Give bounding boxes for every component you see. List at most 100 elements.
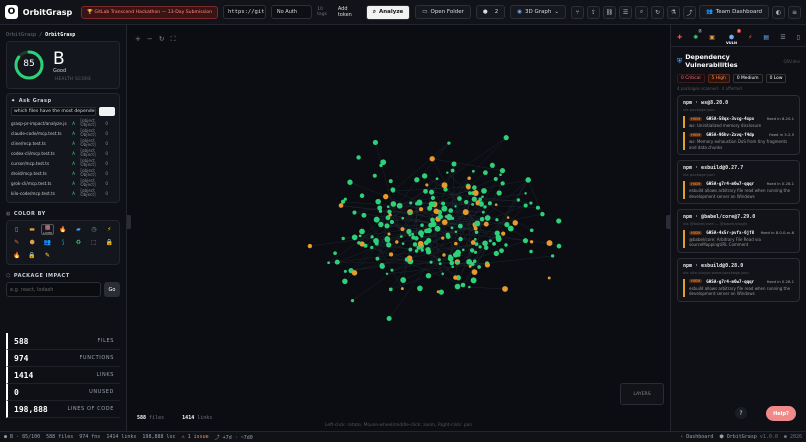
graph-node[interactable] <box>483 205 487 209</box>
graph-node[interactable] <box>448 208 454 214</box>
graph-node[interactable] <box>506 216 510 219</box>
graph-node[interactable] <box>377 205 383 211</box>
open-folder-button[interactable]: ▭ Open Folder <box>415 5 471 19</box>
color-by-size[interactable]: ▰ <box>72 224 85 235</box>
graph-node[interactable] <box>450 226 454 230</box>
graph-node[interactable] <box>503 135 509 141</box>
graph-node[interactable] <box>474 238 477 241</box>
graph-node[interactable] <box>499 168 506 174</box>
color-by-hotspot[interactable]: 🔥 <box>10 250 23 261</box>
graph-node[interactable] <box>327 261 330 265</box>
graph-node[interactable] <box>481 188 487 194</box>
auth-select[interactable]: No Auth <box>270 5 313 19</box>
graph-node[interactable] <box>438 289 444 295</box>
table-row[interactable]: droid/mcp.test.ts A [object Object] 0 <box>11 168 115 178</box>
graph-node[interactable] <box>489 162 495 168</box>
zoom-icon[interactable]: ⌕ <box>635 5 649 19</box>
graph-node[interactable] <box>516 198 521 202</box>
color-by-cycles[interactable]: ♻ <box>72 237 85 248</box>
graph-node[interactable] <box>499 173 502 176</box>
graph-node[interactable] <box>342 278 348 285</box>
graph-node[interactable] <box>556 243 562 249</box>
graph-node[interactable] <box>535 205 540 210</box>
graph-node[interactable] <box>428 201 435 208</box>
graph-node[interactable] <box>387 209 392 214</box>
branch-icon[interactable]: ⑂ <box>571 5 585 19</box>
graph-node[interactable] <box>390 201 397 207</box>
graph-node[interactable] <box>499 248 504 254</box>
color-by-security[interactable]: 🔒 <box>103 237 116 248</box>
color-by-locked[interactable]: 🔒 <box>25 250 38 261</box>
graph-node[interactable] <box>343 269 347 273</box>
color-by-edited[interactable]: ✎ <box>41 250 54 261</box>
graph-node[interactable] <box>386 315 392 322</box>
graph-node[interactable] <box>471 269 478 276</box>
package-input[interactable]: e.g. react, lodash <box>6 282 101 297</box>
table-row[interactable]: grok-cli/mcp.test.ts A [object Object] 0 <box>11 178 115 188</box>
graph-node[interactable] <box>423 240 429 246</box>
graph-node[interactable] <box>400 235 403 238</box>
color-by-complexity[interactable]: ⚡ <box>103 224 116 235</box>
tab-alerts[interactable]: ⚡ <box>748 34 752 46</box>
graph-node[interactable] <box>469 248 475 253</box>
graph-node[interactable] <box>420 234 424 238</box>
graph-node[interactable] <box>372 173 377 178</box>
graph-node[interactable] <box>408 233 412 237</box>
graph-node[interactable] <box>512 220 518 226</box>
graph-node[interactable] <box>387 232 391 236</box>
graph-node[interactable] <box>450 168 455 173</box>
graph-node[interactable] <box>455 249 461 256</box>
graph-node[interactable] <box>461 248 465 252</box>
graph-node[interactable] <box>389 252 394 257</box>
vuln-card[interactable]: npm · esbuild@0.27.7 via package.json HI… <box>677 160 800 205</box>
graph-node[interactable] <box>380 159 387 166</box>
graph-node[interactable] <box>488 239 492 243</box>
graph-node[interactable] <box>482 240 488 247</box>
graph-node[interactable] <box>477 265 481 269</box>
graph-node[interactable] <box>474 220 481 227</box>
graph-node[interactable] <box>347 179 353 185</box>
graph-node[interactable] <box>351 234 358 241</box>
advisory-id[interactable]: GHSA-4x5r-pvfx-6jf8 <box>706 230 754 235</box>
graph-node[interactable] <box>430 195 436 200</box>
graph-node[interactable] <box>383 193 389 200</box>
vuln-card[interactable]: npm · @babel/core@7.29.0 via @babel/core… <box>677 209 800 253</box>
graph-node[interactable] <box>356 155 361 160</box>
graph-node[interactable] <box>390 268 394 272</box>
graph-node[interactable] <box>428 222 434 228</box>
graph-node[interactable] <box>373 216 380 223</box>
graph-node[interactable] <box>481 195 484 199</box>
graph-node[interactable] <box>425 183 429 187</box>
graph-node[interactable] <box>359 193 365 198</box>
history-button[interactable]: ● 2 <box>475 5 506 19</box>
graph-node[interactable] <box>495 236 502 242</box>
graph-node[interactable] <box>495 218 499 222</box>
graph-node[interactable] <box>370 245 374 250</box>
graph-node[interactable] <box>408 211 413 215</box>
graph-node[interactable] <box>449 260 455 266</box>
graph-node[interactable] <box>504 222 510 228</box>
flask-icon[interactable]: ⚗ <box>667 5 681 19</box>
status-issues[interactable]: ⚠ 1 issue <box>182 434 209 440</box>
advisory[interactable]: HIGH GHSA-g7r4-m6w7-qqqr fixed in 0.28.1… <box>683 181 794 200</box>
graph-node[interactable] <box>441 205 448 212</box>
graph-node[interactable] <box>483 221 489 227</box>
graph-node[interactable] <box>481 210 485 214</box>
table-row[interactable]: kilo-code/mcp.test.ts A [object Object] 0 <box>11 188 115 198</box>
graph-node[interactable] <box>361 212 367 218</box>
graph-node[interactable] <box>438 262 442 266</box>
advisory-id[interactable]: GHSA-96hv-2xvq-f4dp <box>706 132 754 137</box>
graph-node[interactable] <box>391 189 395 193</box>
tab-docs[interactable]: ▤ <box>763 34 769 46</box>
ask-input[interactable]: which files have the most dependen <box>11 107 96 116</box>
graph-node[interactable] <box>351 270 358 276</box>
graph-node[interactable] <box>350 298 355 303</box>
graph-node[interactable] <box>473 250 478 254</box>
tab-activity[interactable]: ✺ 7 <box>693 29 703 46</box>
graph-node[interactable] <box>523 203 528 208</box>
graph-node[interactable] <box>425 272 432 279</box>
graph-node[interactable] <box>441 219 448 226</box>
advisory-id[interactable]: GHSA-g7r4-m6w7-qqqr <box>706 279 754 284</box>
graph-node[interactable] <box>411 235 416 240</box>
graph-node[interactable] <box>420 223 424 227</box>
